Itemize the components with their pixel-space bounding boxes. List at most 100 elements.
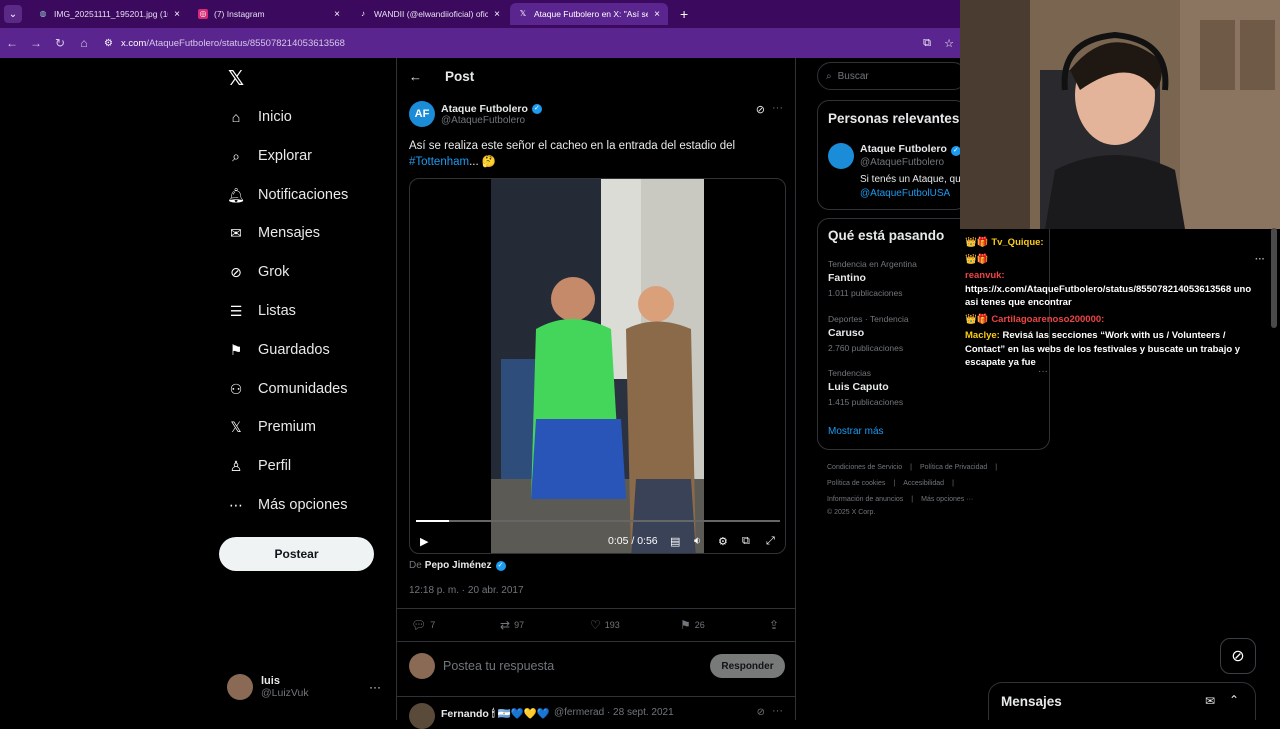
- repost-count: 97: [514, 620, 525, 630]
- trend-item[interactable]: Tendencias Luis Caputo 1.415 publicacion…: [828, 366, 1048, 407]
- footer-link[interactable]: Condiciones de Servicio: [827, 464, 902, 471]
- source-author-link[interactable]: Pepo Jiménez: [425, 560, 492, 571]
- reply-post[interactable]: Fernando 🕯 🇦🇷💙💛💙 @fermerad · 28 sept. 20…: [397, 696, 795, 729]
- fullscreen-icon[interactable]: ⤢: [766, 535, 775, 548]
- sidebar-item-mas-opciones[interactable]: ⋯ Más opciones: [228, 494, 347, 516]
- reply-author-handle[interactable]: @fermerad · 28 sept. 2021: [554, 707, 674, 718]
- video-frame[interactable]: [491, 179, 704, 553]
- chat-message: 👑🎁 ···: [965, 253, 1265, 267]
- volume-icon[interactable]: 🔉︎: [694, 535, 701, 548]
- chat-message: 👑🎁 Cartilagoarenoso200000:: [965, 313, 1265, 327]
- settings-gear-icon[interactable]: ⚙: [718, 535, 728, 548]
- avatar: [227, 674, 253, 700]
- bio-link[interactable]: @AtaqueFutbolUSA: [860, 188, 950, 199]
- close-icon[interactable]: ×: [174, 9, 180, 20]
- video-progress-bar[interactable]: [416, 520, 780, 522]
- search-input[interactable]: ⌕ Buscar: [817, 62, 967, 90]
- tab-list-button[interactable]: ⌄: [4, 5, 22, 23]
- like-action[interactable]: ♡ 193: [590, 618, 620, 632]
- reply-action[interactable]: 💬︎ 7: [411, 618, 435, 632]
- footer-link[interactable]: Política de cookies: [827, 480, 885, 487]
- address-bar-row: ← → ↻ ⌂ ⚙ x.com/AtaqueFutbolero/status/8…: [0, 28, 960, 58]
- post-author[interactable]: AF Ataque Futbolero ✓ @AtaqueFutbolero: [409, 101, 542, 127]
- reply-button[interactable]: Responder: [710, 654, 785, 678]
- close-icon[interactable]: ×: [334, 9, 340, 20]
- bookmark-icon: ⚑: [229, 341, 243, 358]
- grok-icon: ⊘: [1231, 648, 1245, 665]
- footer-link[interactable]: Más opciones ···: [921, 496, 973, 503]
- drawer-title: Mensajes: [1001, 694, 1062, 709]
- browser-tab[interactable]: ♪ WANDII (@elwandiioficial) ofici ×: [350, 3, 508, 25]
- show-more-link[interactable]: Mostrar más: [828, 426, 884, 437]
- author-avatar[interactable]: AF: [409, 101, 435, 127]
- home-icon[interactable]: ⌂: [72, 36, 96, 50]
- repost-action[interactable]: ⇄ 97: [500, 618, 524, 632]
- captions-icon[interactable]: ▤: [670, 535, 680, 548]
- tab-title: WANDII (@elwandiioficial) ofici: [374, 9, 489, 19]
- back-arrow-icon[interactable]: ←: [409, 69, 429, 84]
- post-timestamp[interactable]: 12:18 p. m. · 20 abr. 2017: [409, 585, 524, 596]
- browser-tab[interactable]: ◍ IMG_20251111_195201.jpg (10 ×: [30, 3, 188, 25]
- sidebar-item-comunidades[interactable]: ⚇ Comunidades: [228, 378, 348, 400]
- expand-up-icon[interactable]: ⌃: [1229, 693, 1239, 707]
- grok-float-button[interactable]: ⊘: [1220, 638, 1256, 674]
- more-dots-icon[interactable]: ···: [772, 102, 783, 114]
- messages-drawer[interactable]: Mensajes ✉ ⌃: [988, 682, 1256, 720]
- install-app-icon[interactable]: ⧉: [916, 37, 938, 50]
- relevant-handle[interactable]: @AtaqueFutbolero: [860, 157, 944, 168]
- bookmark-star-icon[interactable]: ☆: [938, 37, 960, 50]
- close-icon[interactable]: ×: [494, 9, 500, 20]
- footer-link[interactable]: Política de Privacidad: [920, 464, 987, 471]
- more-dots-icon[interactable]: ···: [772, 705, 783, 717]
- chat-badges: 👑🎁: [965, 237, 989, 248]
- reply-author-name[interactable]: Fernando 🕯 🇦🇷💙💛💙: [441, 707, 550, 721]
- sidebar-item-perfil[interactable]: ♙ Perfil: [228, 455, 291, 477]
- sidebar-item-listas[interactable]: ☰ Listas: [228, 300, 296, 322]
- site-info-icon[interactable]: ⚙: [104, 38, 113, 49]
- author-name[interactable]: Ataque Futbolero: [441, 103, 528, 115]
- relevant-name-text: Ataque Futbolero: [860, 143, 947, 155]
- footer-link[interactable]: Accesibilidad: [903, 480, 944, 487]
- forward-arrow-icon[interactable]: →: [24, 36, 48, 50]
- relevant-people-card: Personas relevantes Ataque Futbolero ✓ @A…: [817, 100, 967, 210]
- sidebar-item-label: Perfil: [258, 458, 292, 474]
- new-message-icon[interactable]: ✉: [1205, 694, 1215, 708]
- post-text-body: Así se realiza este señor el cacheo en l…: [409, 140, 736, 152]
- close-icon[interactable]: ×: [654, 9, 660, 20]
- sidebar-item-grok[interactable]: ⊘ Grok: [228, 261, 289, 283]
- account-switcher[interactable]: luis @LuizVuk ···: [227, 674, 387, 700]
- bookmark-action[interactable]: ⚑ 26: [680, 618, 705, 632]
- browser-tab[interactable]: ◎ (7) Instagram ×: [190, 3, 348, 25]
- sidebar-item-guardados[interactable]: ⚑ Guardados: [228, 339, 330, 361]
- sidebar-item-notificaciones[interactable]: 🔔︎ Notificaciones: [227, 184, 348, 206]
- share-action[interactable]: ⇪: [769, 618, 783, 632]
- page-scrollbar[interactable]: [1271, 228, 1277, 328]
- author-handle[interactable]: @AtaqueFutbolero: [441, 115, 542, 126]
- new-tab-icon[interactable]: +: [680, 6, 688, 22]
- sidebar-item-inicio[interactable]: ⌂ Inicio: [228, 106, 292, 128]
- hashtag-link[interactable]: #Tottenham: [409, 156, 469, 168]
- post-button[interactable]: Postear: [219, 537, 374, 571]
- search-placeholder: Buscar: [837, 70, 869, 82]
- avatar[interactable]: [409, 703, 435, 729]
- footer-link[interactable]: Información de anuncios: [827, 496, 903, 503]
- pip-icon[interactable]: ⧉: [742, 535, 750, 548]
- sidebar-item-mensajes[interactable]: ✉ Mensajes: [228, 222, 320, 244]
- grok-icon[interactable]: ⊘: [756, 103, 765, 116]
- play-icon[interactable]: ▶: [420, 535, 428, 548]
- reply-input[interactable]: Postea tu respuesta: [443, 659, 554, 673]
- relevant-name[interactable]: Ataque Futbolero ✓: [860, 143, 961, 156]
- video-source: De Pepo Jiménez ✓: [409, 560, 506, 571]
- more-dots-icon[interactable]: ···: [369, 680, 381, 694]
- avatar[interactable]: [828, 143, 854, 169]
- sidebar-item-explorar[interactable]: ⌕ Explorar: [228, 145, 312, 167]
- browser-tab-active[interactable]: 𝕏 Ataque Futbolero en X: "Así se ×: [510, 3, 668, 25]
- grok-icon[interactable]: ⊘: [757, 707, 765, 718]
- sidebar-item-label: Grok: [258, 264, 290, 280]
- url-field[interactable]: ⚙ x.com/AtaqueFutbolero/status/855078214…: [104, 32, 908, 54]
- reload-icon[interactable]: ↻: [48, 36, 72, 50]
- back-arrow-icon[interactable]: ←: [0, 36, 24, 50]
- x-logo-icon[interactable]: 𝕏: [228, 66, 244, 91]
- video-player[interactable]: ▶ 0:05 / 0:56 ▤ 🔉︎ ⚙ ⧉ ⤢: [409, 178, 786, 554]
- sidebar-item-premium[interactable]: 𝕏 Premium: [228, 416, 316, 438]
